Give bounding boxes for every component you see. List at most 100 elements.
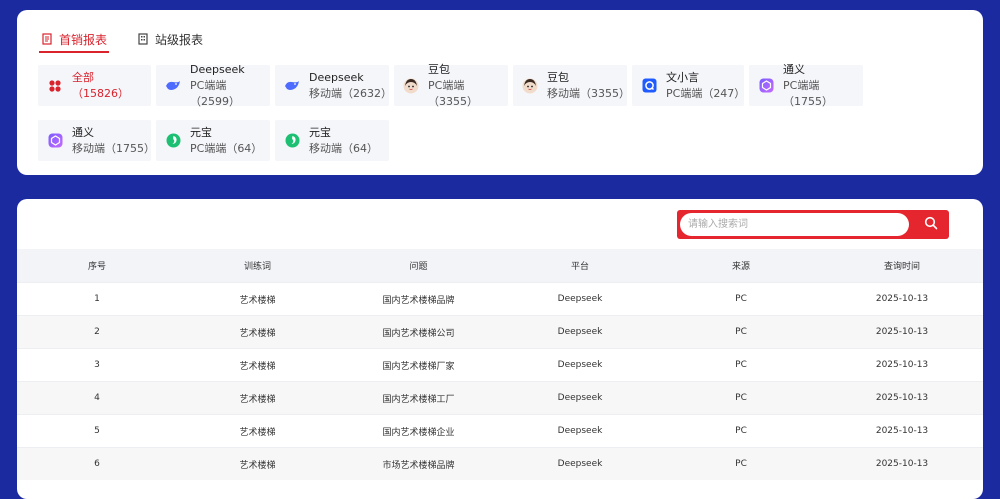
table-cell: 艺术楼梯 <box>239 328 276 339</box>
column-header: 查询时间 <box>883 262 920 272</box>
table-cell: 2025-10-13 <box>875 294 929 304</box>
table-row: 6 艺术楼梯 市场艺术楼梯品牌 Deepseek PC 2025-10-13 <box>17 447 983 480</box>
yuanbao-icon <box>165 133 181 149</box>
chip-count: PC端端（3355） <box>428 78 478 108</box>
table-cell: 国内艺术楼梯厂家 <box>382 361 455 372</box>
search-button[interactable] <box>913 210 949 239</box>
table-cell: Deepseek <box>557 393 603 403</box>
table-cell: 2025-10-13 <box>875 327 929 337</box>
report-tabs: 首销报表 站级报表 <box>39 27 231 53</box>
results-card: 序号 训练词 问题 平台 来源 查询时间 1 艺术楼梯 国内艺术楼梯品牌 Dee… <box>17 199 983 499</box>
chip-tongyi-mobile[interactable]: 通义移动端（1755） <box>38 120 155 161</box>
search-bar <box>677 210 949 239</box>
deepseek-icon <box>165 78 181 94</box>
tongyi-icon <box>47 133 63 149</box>
chip-count: PC端端（1755） <box>783 78 833 108</box>
table-row: 4 艺术楼梯 国内艺术楼梯工厂 Deepseek PC 2025-10-13 <box>17 381 983 415</box>
chip-name: 文小言 <box>666 70 699 84</box>
table-cell: 国内艺术楼梯品牌 <box>382 295 455 306</box>
tab-site-report[interactable]: 站级报表 <box>135 27 205 51</box>
table-cell: PC <box>735 294 747 304</box>
chip-count: （15826） <box>72 86 129 100</box>
chip-count: PC端端（2599） <box>190 78 240 108</box>
chip-deepseek-pc[interactable]: Deepseek PC端端（2599） <box>156 62 270 108</box>
results-table: 序号 训练词 问题 平台 来源 查询时间 1 艺术楼梯 国内艺术楼梯品牌 Dee… <box>17 249 983 480</box>
table-cell: 6 <box>94 459 100 469</box>
chip-count: 移动端（2632） <box>309 86 392 100</box>
chip-doubao-mobile[interactable]: 豆包移动端（3355） <box>513 65 630 106</box>
building-icon <box>137 33 149 45</box>
table-cell: 艺术楼梯 <box>239 295 276 306</box>
chip-count: 移动端（1755） <box>72 141 155 155</box>
table-cell: 1 <box>94 294 100 304</box>
chip-name: 通义 <box>72 125 94 139</box>
chip-deepseek-mobile[interactable]: Deepseek 移动端（2632） <box>275 65 392 106</box>
tab-label: 站级报表 <box>155 32 204 47</box>
table-cell: 4 <box>94 393 100 403</box>
column-header: 序号 <box>87 262 106 272</box>
table-cell: PC <box>735 393 747 403</box>
chip-doubao-pc[interactable]: 豆包 PC端端（3355） <box>394 62 508 108</box>
chip-name: Deepseek <box>190 62 245 76</box>
table-row: 5 艺术楼梯 国内艺术楼梯企业 Deepseek PC 2025-10-13 <box>17 414 983 448</box>
chip-yuanbao-pc[interactable]: 元宝 PC端端（64） <box>156 120 270 161</box>
table-cell: 艺术楼梯 <box>239 394 276 405</box>
deepseek-icon <box>284 78 300 94</box>
tab-sales-report[interactable]: 首销报表 <box>39 27 110 53</box>
search-input[interactable] <box>680 213 909 236</box>
table-cell: Deepseek <box>557 327 603 337</box>
table-cell: Deepseek <box>557 426 603 436</box>
table-cell: 3 <box>94 360 100 370</box>
tongyi-icon <box>758 78 774 94</box>
chip-name: 豆包 <box>547 70 569 84</box>
table-cell: 艺术楼梯 <box>239 361 276 372</box>
table-cell: 2025-10-13 <box>875 360 929 370</box>
chip-name: 元宝 <box>309 125 331 139</box>
table-row: 1 艺术楼梯 国内艺术楼梯品牌 Deepseek PC 2025-10-13 <box>17 282 983 316</box>
column-header: 来源 <box>731 262 750 272</box>
report-filter-card: 首销报表 站级报表 全部 （15826） Deepseek PC端端（2599） <box>17 10 983 175</box>
table-cell: Deepseek <box>557 294 603 304</box>
chip-name: Deepseek <box>309 70 364 84</box>
yuanbao-icon <box>284 133 300 149</box>
table-cell: PC <box>735 426 747 436</box>
table-cell: 市场艺术楼梯品牌 <box>382 460 455 471</box>
table-cell: Deepseek <box>557 360 603 370</box>
tab-label: 首销报表 <box>59 32 108 47</box>
table-cell: PC <box>735 327 747 337</box>
chip-count: 移动端（3355） <box>547 86 630 100</box>
chip-name: 豆包 <box>428 62 450 76</box>
doubao-icon <box>522 78 538 94</box>
table-cell: 2025-10-13 <box>875 426 929 436</box>
chip-name: 通义 <box>783 62 805 76</box>
table-cell: 艺术楼梯 <box>239 460 276 471</box>
wenxiaoyan-icon <box>641 78 657 94</box>
search-icon <box>924 215 938 234</box>
chip-count: PC端端（247） <box>666 86 746 100</box>
chip-yuanbao-mobile[interactable]: 元宝移动端（64） <box>275 120 389 161</box>
chip-wenxiaoyan-pc[interactable]: 文小言 PC端端（247） <box>632 65 746 106</box>
document-icon <box>41 33 53 45</box>
table-cell: PC <box>735 360 747 370</box>
chip-all[interactable]: 全部 （15826） <box>38 65 151 106</box>
table-cell: 2025-10-13 <box>875 459 929 469</box>
table-cell: 5 <box>94 426 100 436</box>
chip-count: 移动端（64） <box>309 141 378 155</box>
table-cell: 国内艺术楼梯公司 <box>382 328 455 339</box>
column-header: 问题 <box>409 262 428 272</box>
all-icon <box>47 78 63 94</box>
table-row: 3 艺术楼梯 国内艺术楼梯厂家 Deepseek PC 2025-10-13 <box>17 348 983 382</box>
table-cell: 2025-10-13 <box>875 393 929 403</box>
chip-name: 全部 <box>72 70 94 84</box>
doubao-icon <box>403 78 419 94</box>
table-cell: 2 <box>94 327 100 337</box>
table-cell: Deepseek <box>557 459 603 469</box>
table-row: 2 艺术楼梯 国内艺术楼梯公司 Deepseek PC 2025-10-13 <box>17 315 983 349</box>
table-cell: 艺术楼梯 <box>239 427 276 438</box>
chip-tongyi-pc[interactable]: 通义 PC端端（1755） <box>749 62 863 108</box>
chip-count: PC端端（64） <box>190 141 263 155</box>
table-cell: PC <box>735 459 747 469</box>
column-header: 训练词 <box>243 262 271 272</box>
table-header-row: 序号 训练词 问题 平台 来源 查询时间 <box>17 249 983 283</box>
table-cell: 国内艺术楼梯企业 <box>382 427 455 438</box>
